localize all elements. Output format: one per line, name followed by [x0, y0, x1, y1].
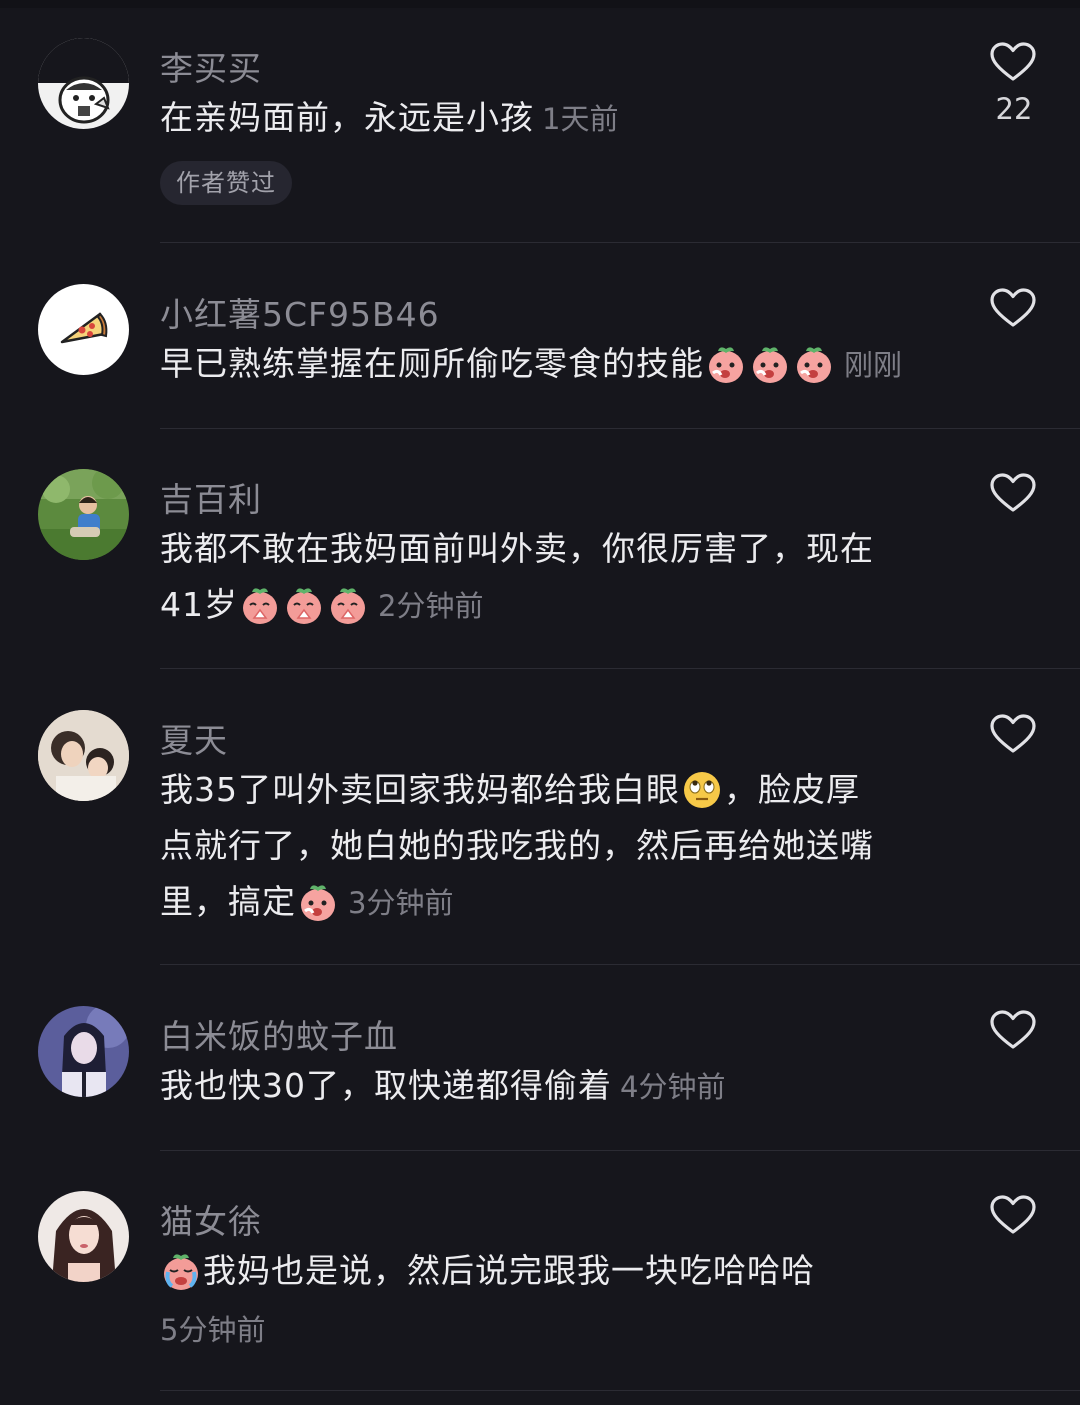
divider — [160, 668, 1080, 669]
avatar[interactable] — [38, 1191, 129, 1282]
username[interactable]: 猫女徐 — [160, 1195, 262, 1243]
comment-text: 我35了叫外卖回家我妈都给我白眼 ，脸皮厚 点就行了，她白她的我吃我的，然后再给她… — [160, 762, 960, 931]
divider — [160, 1150, 1080, 1151]
comment-line: 5分钟前 — [160, 1301, 930, 1358]
like-button[interactable] — [990, 1010, 1036, 1050]
username[interactable]: 小红薯5CF95B46 — [160, 288, 440, 336]
comment-line: 41岁 2分钟前 — [160, 577, 960, 634]
divider — [160, 242, 1080, 243]
praying-peach-emoji-icon — [239, 584, 281, 626]
like-button[interactable] — [990, 288, 1036, 328]
divider — [160, 428, 1080, 429]
like-button[interactable] — [990, 473, 1036, 513]
comment-line: 我35了叫外卖回家我妈都给我白眼 ，脸皮厚 — [160, 762, 960, 818]
comment-body: 在亲妈面前，永远是小孩 — [160, 98, 534, 137]
avatar[interactable] — [38, 710, 129, 801]
woman-photo-avatar-icon — [38, 1191, 129, 1282]
eating-peach-emoji-icon — [705, 343, 747, 385]
avatar[interactable] — [38, 38, 129, 129]
timestamp: 1天前 — [542, 102, 619, 136]
praying-peach-emoji-icon — [283, 584, 325, 626]
comment-text: 早已熟练掌握在厕所偷吃零食的技能 刚刚 — [160, 336, 960, 393]
timestamp: 3分钟前 — [348, 886, 454, 920]
child-photo-avatar-icon — [38, 469, 129, 560]
girl-photo-avatar-icon — [38, 1006, 129, 1097]
comment-body: 我也快30了，取快递都得偷着 — [160, 1066, 612, 1105]
comment-body: 里，搞定 — [160, 882, 296, 921]
pizza-avatar-icon — [38, 284, 129, 375]
comment-body: 早已熟练掌握在厕所偷吃零食的技能 — [160, 344, 704, 383]
comment-text: 我都不敢在我妈面前叫外卖，你很厉害了，现在 41岁 2分钟前 — [160, 521, 960, 634]
comment-text: 在亲妈面前，永远是小孩 1天前 — [160, 90, 930, 147]
comment-text: 我也快30了，取快递都得偷着 4分钟前 — [160, 1058, 930, 1115]
divider — [160, 1390, 1080, 1391]
eye-roll-emoji-icon — [681, 769, 723, 811]
like-button[interactable] — [990, 1195, 1036, 1235]
heart-icon — [990, 42, 1036, 81]
comment-body: 我妈也是说，然后说完跟我一块吃哈哈哈 — [203, 1251, 815, 1290]
comment-text: 我妈也是说，然后说完跟我一块吃哈哈哈 5分钟前 — [160, 1243, 930, 1358]
eating-peach-emoji-icon — [793, 343, 835, 385]
timestamp: 2分钟前 — [378, 589, 484, 623]
timestamp: 刚刚 — [844, 348, 903, 382]
crying-peach-emoji-icon — [160, 1250, 202, 1292]
eating-peach-emoji-icon — [297, 881, 339, 923]
heart-icon — [990, 473, 1036, 512]
comment-line: 里，搞定 3分钟前 — [160, 874, 960, 931]
like-button[interactable] — [990, 714, 1036, 754]
heart-icon — [990, 1010, 1036, 1049]
heart-icon — [990, 1195, 1036, 1234]
comment-body: 41岁 — [160, 585, 238, 624]
username[interactable]: 李买买 — [160, 42, 262, 90]
username[interactable]: 夏天 — [160, 714, 228, 762]
avatar[interactable] — [38, 1006, 129, 1097]
timestamp: 4分钟前 — [620, 1070, 726, 1104]
praying-peach-emoji-icon — [327, 584, 369, 626]
divider — [160, 964, 1080, 965]
comment-line: 我都不敢在我妈面前叫外卖，你很厉害了，现在 — [160, 529, 874, 568]
like-button[interactable] — [990, 42, 1036, 82]
comment-body: 我35了叫外卖回家我妈都给我白眼 — [160, 770, 680, 809]
eating-peach-emoji-icon — [749, 343, 791, 385]
heart-icon — [990, 714, 1036, 753]
author-liked-badge: 作者赞过 — [160, 161, 292, 205]
avatar[interactable] — [38, 284, 129, 375]
cartoon-avatar-icon — [38, 38, 129, 129]
timestamp: 5分钟前 — [160, 1313, 266, 1347]
family-photo-avatar-icon — [38, 710, 129, 801]
comment-line: 点就行了，她白她的我吃我的，然后再给她送嘴 — [160, 826, 874, 865]
username[interactable]: 白米饭的蚊子血 — [160, 1010, 398, 1058]
comment-line: 我妈也是说，然后说完跟我一块吃哈哈哈 — [160, 1243, 930, 1299]
like-count: 22 — [995, 92, 1033, 126]
comment-body: ，脸皮厚 — [724, 770, 860, 809]
comment-list: 李买买 在亲妈面前，永远是小孩1天前 22 作者赞过 小红薯5CF95B46 — [0, 0, 1080, 1405]
heart-icon — [990, 288, 1036, 327]
username[interactable]: 吉百利 — [160, 473, 262, 521]
avatar[interactable] — [38, 469, 129, 560]
